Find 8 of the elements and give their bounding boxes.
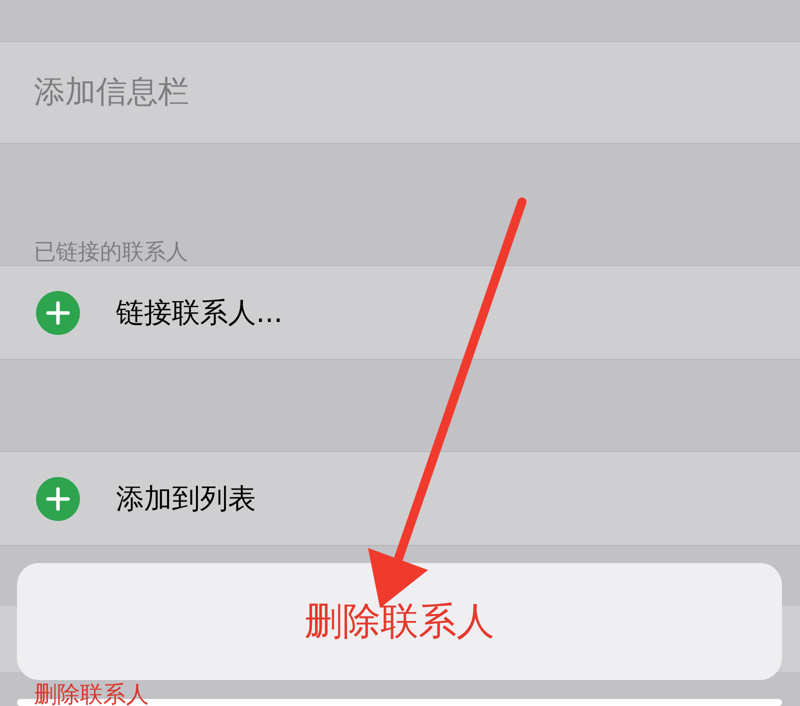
add-icon[interactable] [36, 476, 80, 520]
list-item-label[interactable]: 添加到列表 [116, 478, 256, 520]
delete-contact-button[interactable]: 删除联系人 [296, 593, 502, 650]
delete-contact-link[interactable]: 删除联系人 [34, 684, 149, 706]
list-item-label[interactable]: 链接联系人... [116, 292, 283, 334]
add-icon[interactable] [36, 290, 80, 334]
section-header: 已链接的联系人 [34, 242, 188, 264]
add-field-link[interactable]: 添加信息栏 [34, 69, 189, 116]
